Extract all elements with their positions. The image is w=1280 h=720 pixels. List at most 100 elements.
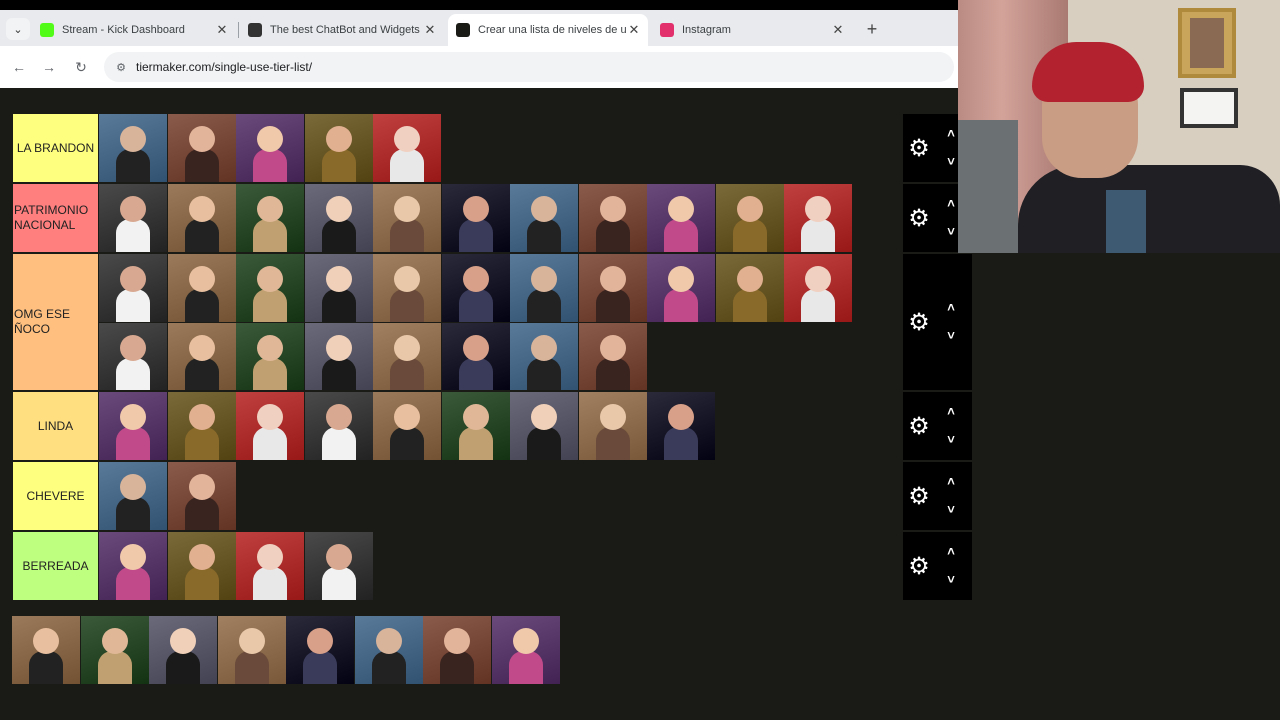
- tier-item-image[interactable]: [784, 254, 852, 322]
- tier-item-image[interactable]: [578, 322, 647, 391]
- tier-item-image[interactable]: [304, 114, 373, 182]
- tier-item-image[interactable]: [441, 254, 510, 322]
- unranked-item-image[interactable]: [149, 616, 217, 684]
- close-tab-icon[interactable]: ✕: [626, 22, 642, 38]
- tier-item-image[interactable]: [510, 322, 578, 391]
- back-icon[interactable]: ←: [8, 56, 30, 78]
- tier-settings-gear-icon[interactable]: ⚙: [907, 137, 931, 161]
- tier-item-image[interactable]: [373, 322, 441, 391]
- unranked-item-image[interactable]: [423, 616, 491, 684]
- tier-item-image[interactable]: [715, 184, 784, 252]
- tier-settings-gear-icon[interactable]: ⚙: [907, 311, 931, 335]
- tier-items[interactable]: [99, 532, 902, 600]
- tier-item-image[interactable]: [304, 184, 373, 252]
- tier-items[interactable]: [99, 114, 902, 182]
- tier-items[interactable]: [99, 392, 902, 460]
- reload-icon[interactable]: ↻: [70, 56, 92, 78]
- tier-item-image[interactable]: [167, 254, 236, 322]
- tier-item-image[interactable]: [236, 392, 304, 460]
- close-tab-icon[interactable]: ✕: [214, 22, 230, 38]
- tab-2[interactable]: The best ChatBot and Widgets f ✕: [240, 14, 444, 46]
- tab-4[interactable]: Instagram ✕: [652, 14, 852, 46]
- tier-settings-gear-icon[interactable]: ⚙: [907, 415, 931, 439]
- tier-label[interactable]: OMG ESE ÑOCO: [13, 254, 98, 390]
- unranked-item-image[interactable]: [354, 616, 423, 684]
- tier-item-image[interactable]: [784, 184, 852, 252]
- tier-label[interactable]: CHEVERE: [13, 462, 98, 530]
- tier-label[interactable]: PATRIMONIO NACIONAL: [13, 184, 98, 252]
- tier-item-image[interactable]: [99, 392, 167, 460]
- tier-item-image[interactable]: [647, 392, 715, 460]
- forward-icon[interactable]: →: [38, 56, 60, 78]
- unranked-item-image[interactable]: [12, 616, 80, 684]
- new-tab-button[interactable]: +: [862, 18, 882, 40]
- move-tier-up-icon[interactable]: ˄: [943, 301, 959, 315]
- tier-item-image[interactable]: [373, 392, 441, 460]
- tab-1[interactable]: Stream - Kick Dashboard ✕: [32, 14, 236, 46]
- tab-search-dropdown-icon[interactable]: ⌄: [6, 18, 30, 40]
- tier-item-image[interactable]: [167, 462, 236, 530]
- tier-item-image[interactable]: [304, 392, 373, 460]
- tier-settings-gear-icon[interactable]: ⚙: [907, 207, 931, 231]
- tier-item-image[interactable]: [510, 254, 578, 322]
- move-tier-down-icon[interactable]: ˅: [943, 225, 959, 239]
- move-tier-up-icon[interactable]: ˄: [943, 545, 959, 559]
- tier-item-image[interactable]: [236, 254, 304, 322]
- tier-item-image[interactable]: [167, 392, 236, 460]
- tier-item-image[interactable]: [99, 532, 167, 600]
- tier-item-image[interactable]: [167, 532, 236, 600]
- tier-item-image[interactable]: [167, 322, 236, 391]
- tier-item-image[interactable]: [647, 184, 715, 252]
- unranked-item-image[interactable]: [491, 616, 560, 684]
- tier-item-image[interactable]: [373, 254, 441, 322]
- tier-item-image[interactable]: [99, 184, 167, 252]
- tier-item-image[interactable]: [578, 254, 647, 322]
- tier-item-image[interactable]: [167, 184, 236, 252]
- tier-label[interactable]: BERREADA: [13, 532, 98, 600]
- tier-item-image[interactable]: [99, 322, 167, 391]
- move-tier-down-icon[interactable]: ˅: [943, 433, 959, 447]
- close-tab-icon[interactable]: ✕: [422, 22, 438, 38]
- move-tier-up-icon[interactable]: ˄: [943, 405, 959, 419]
- tier-item-image[interactable]: [236, 114, 304, 182]
- tier-item-image[interactable]: [578, 392, 647, 460]
- tier-settings-gear-icon[interactable]: ⚙: [907, 555, 931, 579]
- tier-settings-gear-icon[interactable]: ⚙: [907, 485, 931, 509]
- tab-3[interactable]: Crear una lista de niveles de un ✕: [448, 14, 648, 46]
- tier-item-image[interactable]: [510, 392, 578, 460]
- tier-item-image[interactable]: [647, 254, 715, 322]
- tier-item-image[interactable]: [715, 254, 784, 322]
- move-tier-up-icon[interactable]: ˄: [943, 197, 959, 211]
- tier-item-image[interactable]: [236, 322, 304, 391]
- move-tier-down-icon[interactable]: ˅: [943, 503, 959, 517]
- tier-item-image[interactable]: [578, 184, 647, 252]
- move-tier-up-icon[interactable]: ˄: [943, 475, 959, 489]
- move-tier-up-icon[interactable]: ˄: [943, 127, 959, 141]
- move-tier-down-icon[interactable]: ˅: [943, 155, 959, 169]
- tier-item-image[interactable]: [373, 184, 441, 252]
- tier-item-image[interactable]: [99, 114, 167, 182]
- unranked-item-image[interactable]: [217, 616, 286, 684]
- tier-item-image[interactable]: [167, 114, 236, 182]
- tier-item-image[interactable]: [304, 322, 373, 391]
- unranked-item-image[interactable]: [80, 616, 149, 684]
- tier-item-image[interactable]: [236, 532, 304, 600]
- tier-label[interactable]: LA BRANDON: [13, 114, 98, 182]
- tier-item-image[interactable]: [236, 184, 304, 252]
- tier-item-image[interactable]: [304, 532, 373, 600]
- tier-item-image[interactable]: [441, 322, 510, 391]
- tier-item-image[interactable]: [441, 184, 510, 252]
- unranked-item-image[interactable]: [286, 616, 354, 684]
- move-tier-down-icon[interactable]: ˅: [943, 329, 959, 343]
- move-tier-down-icon[interactable]: ˅: [943, 573, 959, 587]
- tier-item-image[interactable]: [99, 254, 167, 322]
- address-bar[interactable]: ⚙ tiermaker.com/single-use-tier-list/: [104, 52, 954, 82]
- tier-item-image[interactable]: [99, 462, 167, 530]
- tier-item-image[interactable]: [510, 184, 578, 252]
- site-info-icon[interactable]: ⚙: [114, 60, 128, 74]
- tier-items[interactable]: [99, 462, 902, 530]
- tier-item-image[interactable]: [441, 392, 510, 460]
- close-tab-icon[interactable]: ✕: [830, 22, 846, 38]
- tier-items[interactable]: [99, 254, 902, 391]
- tier-item-image[interactable]: [373, 114, 441, 182]
